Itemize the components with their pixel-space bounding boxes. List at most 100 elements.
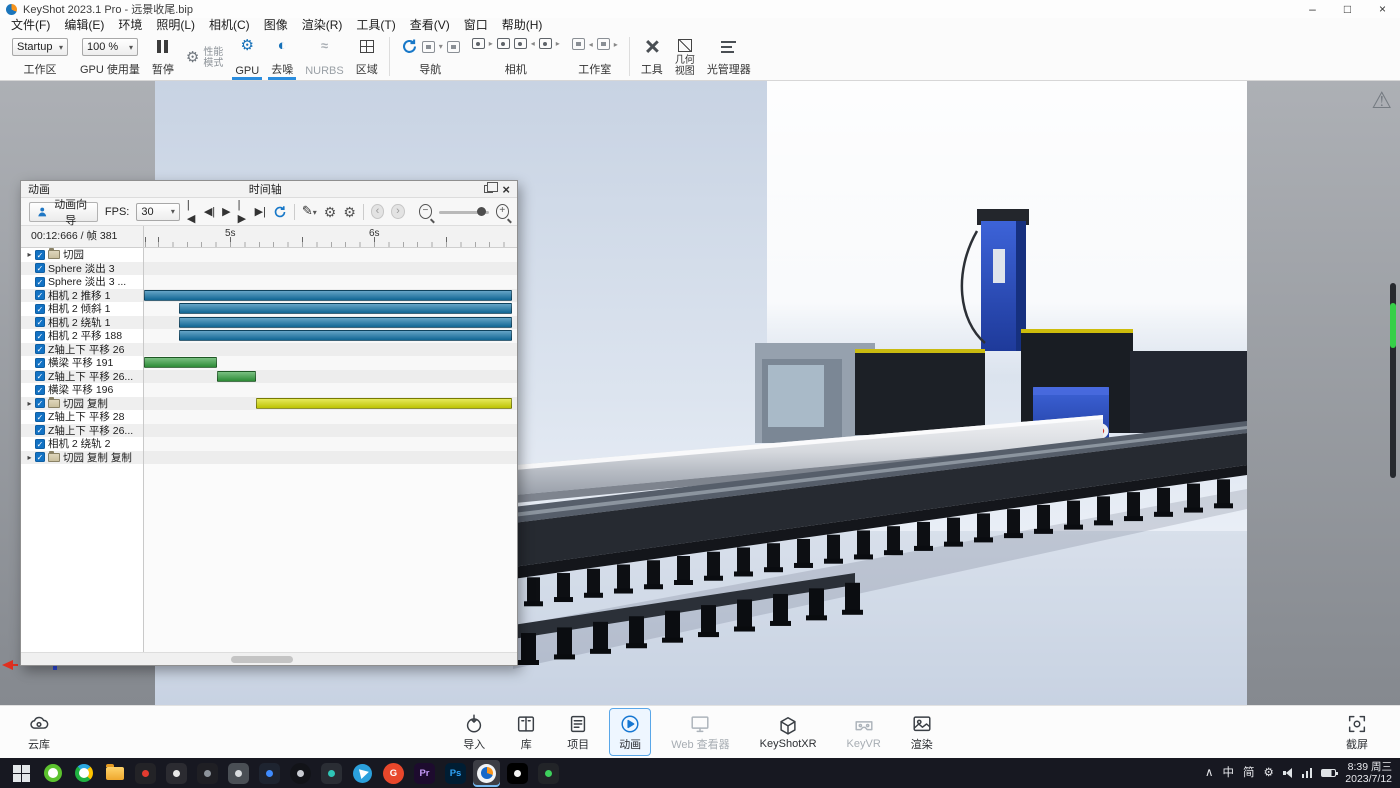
battery-icon[interactable] xyxy=(1321,769,1336,777)
zoom-in-icon[interactable]: + xyxy=(496,204,509,219)
loop-button[interactable] xyxy=(273,205,287,219)
ime-mode-indicator[interactable]: 简 xyxy=(1243,766,1255,780)
keyframe-bar[interactable] xyxy=(179,317,512,328)
track-checkbox[interactable]: ✓ xyxy=(35,331,45,341)
nurbs-button[interactable]: ≈ NURBS xyxy=(299,33,350,80)
taskbar-app-browser-360[interactable] xyxy=(39,760,66,787)
close-icon[interactable]: × xyxy=(502,183,510,196)
track-checkbox[interactable]: ✓ xyxy=(35,317,45,327)
keyframe-bar[interactable] xyxy=(179,330,512,341)
expand-arrow-icon[interactable]: ▸ xyxy=(24,250,35,259)
ribbon-item-keyvr[interactable]: KeyVR xyxy=(837,710,891,754)
menu-item-2[interactable]: 环境 xyxy=(111,18,149,33)
track-row-6[interactable]: ✓相机 2 平移 188 xyxy=(21,329,143,343)
previous-frame-button[interactable]: ◀| xyxy=(204,205,215,219)
animation-wizard-button[interactable]: 动画向导 xyxy=(29,202,98,222)
studio-group[interactable]: ◂ ▸ 工作室 xyxy=(566,33,624,80)
viewport-scrollbar-thumb[interactable] xyxy=(1390,303,1396,348)
track-checkbox[interactable]: ✓ xyxy=(35,425,45,435)
taskbar-app-windows-start[interactable] xyxy=(8,760,35,787)
ribbon-item-screenshot[interactable]: 截屏 xyxy=(1336,708,1378,756)
next-frame-button[interactable]: |▶ xyxy=(238,198,248,226)
minimize-button[interactable]: – xyxy=(1295,0,1330,18)
keyframe-bar[interactable] xyxy=(256,398,512,409)
taskbar-app-app-dark-red[interactable] xyxy=(132,760,159,787)
maximize-button[interactable]: □ xyxy=(1330,0,1365,18)
go-to-start-button[interactable]: |◀ xyxy=(187,198,197,226)
taskbar-app-file-explorer[interactable] xyxy=(101,760,128,787)
light-manager-button[interactable]: 光管理器 xyxy=(701,33,757,80)
geometry-view-button[interactable]: 几何 视图 xyxy=(669,33,701,80)
menu-item-4[interactable]: 相机(C) xyxy=(202,18,257,33)
track-row-13[interactable]: ✓Z轴上下 平移 26... xyxy=(21,424,143,438)
track-checkbox[interactable]: ✓ xyxy=(35,452,45,462)
taskbar-app-app-dark-green[interactable] xyxy=(535,760,562,787)
taskbar-app-app-grey[interactable] xyxy=(225,760,252,787)
taskbar-app-app-circle-green[interactable] xyxy=(70,760,97,787)
close-button[interactable]: × xyxy=(1365,0,1400,18)
track-row-10[interactable]: ✓横梁 平移 196 xyxy=(21,383,143,397)
track-checkbox[interactable]: ✓ xyxy=(35,290,45,300)
track-checkbox[interactable]: ✓ xyxy=(35,358,45,368)
volume-icon[interactable] xyxy=(1283,768,1293,778)
tools-button[interactable]: 工具 xyxy=(635,33,669,80)
taskbar-app-keyshot[interactable] xyxy=(473,760,500,787)
expand-arrow-icon[interactable]: ▸ xyxy=(24,453,35,462)
tray-settings-gear-icon[interactable]: ⚙ xyxy=(1263,766,1273,780)
navigation-group[interactable]: ▾ 导航 xyxy=(395,33,466,80)
track-checkbox[interactable]: ✓ xyxy=(35,344,45,354)
track-checkbox[interactable]: ✓ xyxy=(35,412,45,422)
expand-arrow-icon[interactable]: ▸ xyxy=(24,399,35,408)
track-checkbox[interactable]: ✓ xyxy=(35,304,45,314)
ribbon-item-render[interactable]: 渲染 xyxy=(901,708,943,756)
viewport[interactable]: ⚠ 动画 时间轴 × 动画向导 FPS: 30 ▾ xyxy=(0,81,1400,705)
next-keyframe-button[interactable]: › xyxy=(391,204,404,219)
prev-keyframe-button[interactable]: ‹ xyxy=(371,204,384,219)
track-checkbox[interactable]: ✓ xyxy=(35,250,45,260)
play-button[interactable]: ▶ xyxy=(222,205,230,219)
gpu-usage-dropdown[interactable]: 100 % ▾ xyxy=(82,38,138,56)
taskbar-app-telegram[interactable] xyxy=(349,760,376,787)
menu-item-10[interactable]: 帮助(H) xyxy=(495,18,550,33)
keyframe-bar[interactable] xyxy=(144,357,217,368)
zoom-slider[interactable] xyxy=(439,206,488,218)
clock[interactable]: 8:39 周三 2023/7/12 xyxy=(1345,761,1392,786)
undock-icon[interactable] xyxy=(484,185,493,193)
track-row-1[interactable]: ✓Sphere 淡出 3 xyxy=(21,262,143,276)
denoise-toggle[interactable]: ◐ 去噪 xyxy=(265,33,299,80)
timeline-hscrollbar-thumb[interactable] xyxy=(231,656,293,663)
menu-item-5[interactable]: 图像 xyxy=(257,18,295,33)
menu-item-7[interactable]: 工具(T) xyxy=(349,18,402,33)
track-row-2[interactable]: ✓Sphere 淡出 3 ... xyxy=(21,275,143,289)
taskbar-app-photoshop[interactable]: Ps xyxy=(442,760,469,787)
taskbar-app-app-dark-ring[interactable] xyxy=(194,760,221,787)
keyframe-bar[interactable] xyxy=(144,290,512,301)
track-checkbox[interactable]: ✓ xyxy=(35,371,45,381)
gpu-toggle[interactable]: ⚙ GPU xyxy=(229,33,265,80)
menu-item-9[interactable]: 窗口 xyxy=(457,18,495,33)
curve-editor-button[interactable]: ✎▾ xyxy=(302,204,317,220)
taskbar-app-app-dark-teal[interactable] xyxy=(318,760,345,787)
taskbar-app-app-black[interactable] xyxy=(504,760,531,787)
taskbar-app-app-dark-blue[interactable] xyxy=(256,760,283,787)
timeline-hscrollbar[interactable] xyxy=(21,652,517,665)
performance-mode-button[interactable]: ⚙ 性能 模式 xyxy=(180,33,229,80)
viewport-scrollbar[interactable] xyxy=(1390,283,1396,478)
track-checkbox[interactable]: ✓ xyxy=(35,385,45,395)
go-to-end-button[interactable]: ▶| xyxy=(255,205,266,219)
track-row-11[interactable]: ▸✓切园 复制 xyxy=(21,397,143,411)
preview-settings-gear-icon[interactable]: ⚙ xyxy=(343,205,356,219)
ribbon-item-cloud-library[interactable]: 云库 xyxy=(18,708,60,756)
track-row-4[interactable]: ✓相机 2 倾斜 1 xyxy=(21,302,143,316)
taskbar-app-app-round-dark[interactable] xyxy=(287,760,314,787)
taskbar-app-app-g[interactable]: G xyxy=(380,760,407,787)
track-row-15[interactable]: ▸✓切园 复制 复制 xyxy=(21,451,143,465)
warning-icon[interactable]: ⚠ xyxy=(1371,87,1392,114)
keyframe-bar[interactable] xyxy=(217,371,256,382)
menu-item-8[interactable]: 查看(V) xyxy=(403,18,457,33)
zoom-slider-thumb[interactable] xyxy=(477,207,486,216)
ribbon-item-library[interactable]: 库 xyxy=(505,708,547,756)
taskbar-app-app-music[interactable] xyxy=(163,760,190,787)
track-checkbox[interactable]: ✓ xyxy=(35,439,45,449)
track-row-7[interactable]: ✓Z轴上下 平移 26 xyxy=(21,343,143,357)
